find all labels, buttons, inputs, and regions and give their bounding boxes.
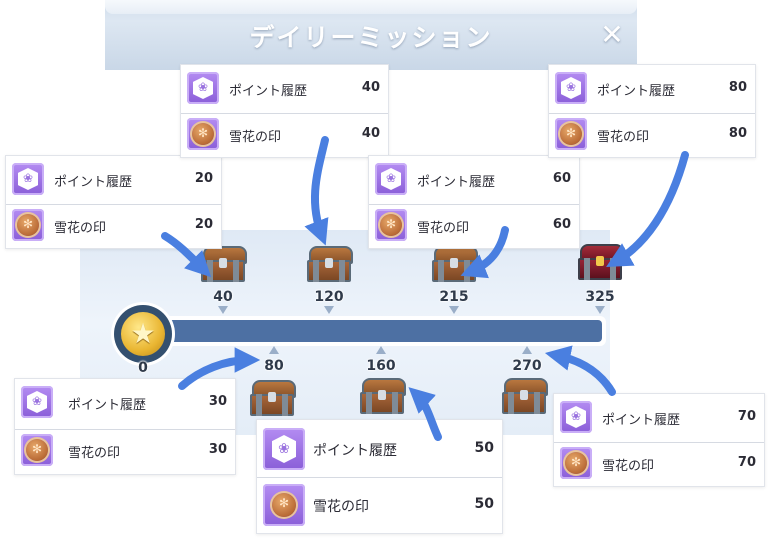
reward-qty: 80: [728, 126, 747, 141]
snowflake-seal-icon: [263, 484, 305, 526]
progress-start-value: 0: [138, 360, 148, 376]
reward-panel-80: ポイント履歴 80 雪花の印 80: [548, 64, 756, 158]
snow-cap-decoration: [105, 0, 637, 14]
reward-panel-50: ポイント履歴 50 雪花の印 50: [256, 419, 503, 534]
reward-label: ポイント履歴: [602, 413, 681, 428]
point-history-icon: [21, 386, 53, 418]
close-button[interactable]: ✕: [597, 20, 627, 50]
reward-row-points: ポイント履歴 40: [181, 68, 388, 108]
reward-qty: 40: [361, 126, 380, 141]
reward-label: 雪花の印: [68, 446, 121, 461]
reward-row-points: ポイント履歴 30: [15, 382, 235, 422]
reward-label: ポイント履歴: [68, 398, 147, 413]
reward-qty: 30: [208, 394, 227, 409]
snowflake-seal-icon: [375, 209, 407, 241]
page-title: デイリーミッション: [249, 23, 493, 52]
snowflake-seal-icon: [555, 118, 587, 150]
chest-icon[interactable]: [432, 246, 478, 284]
snowflake-seal-icon: [12, 209, 44, 241]
chest-icon[interactable]: [502, 378, 548, 416]
reward-qty: 30: [208, 442, 227, 457]
reward-row-points: ポイント履歴 20: [6, 159, 221, 199]
point-history-icon: [375, 163, 407, 195]
reward-row-seal: 雪花の印 50: [257, 477, 502, 534]
progress-bar: [168, 320, 602, 342]
reward-qty: 70: [737, 455, 756, 470]
arrow-to-chest-325: [606, 151, 689, 268]
snowflake-seal-icon: [21, 434, 53, 466]
reward-label: 雪花の印: [313, 499, 369, 515]
milestone-label: 325: [585, 289, 615, 305]
reward-qty: 50: [474, 496, 494, 512]
reward-panel-60: ポイント履歴 60 雪花の印 60: [368, 155, 580, 249]
point-history-icon: [560, 401, 592, 433]
star-icon: ★: [121, 312, 165, 356]
reward-qty: 80: [728, 80, 747, 95]
reward-label: 雪花の印: [597, 130, 650, 145]
reward-panel-20: ポイント履歴 20 雪花の印 20: [5, 155, 222, 249]
title-bar: デイリーミッション ✕: [105, 0, 637, 70]
reward-label: ポイント履歴: [54, 175, 133, 190]
milestone-label: 40: [213, 289, 233, 305]
reward-label: 雪花の印: [54, 221, 107, 236]
reward-panel-70: ポイント履歴 70 雪花の印 70: [553, 393, 765, 487]
milestone-label: 215: [439, 289, 469, 305]
reward-row-points: ポイント履歴 70: [554, 397, 764, 437]
reward-row-seal: 雪花の印 20: [6, 204, 221, 245]
reward-qty: 70: [737, 409, 756, 424]
milestone-label: 120: [314, 289, 344, 305]
milestone-label: 270: [512, 358, 542, 374]
reward-label: 雪花の印: [229, 130, 282, 145]
point-history-icon: [12, 163, 44, 195]
snowflake-seal-icon: [187, 118, 219, 150]
point-history-icon: [263, 428, 305, 470]
reward-qty: 50: [474, 440, 494, 456]
reward-row-seal: 雪花の印 80: [549, 113, 755, 154]
reward-qty: 60: [552, 217, 571, 232]
star-medal-icon: ★: [114, 305, 172, 363]
reward-panel-40: ポイント履歴 40 雪花の印 40: [180, 64, 389, 158]
reward-panel-30: ポイント履歴 30 雪花の印 30: [14, 378, 236, 475]
reward-label: 雪花の印: [602, 459, 655, 474]
red-chest-icon[interactable]: [578, 244, 624, 282]
milestone-label: 80: [264, 358, 284, 374]
reward-qty: 40: [361, 80, 380, 95]
point-history-icon: [187, 72, 219, 104]
reward-label: ポイント履歴: [229, 84, 308, 99]
point-history-icon: [555, 72, 587, 104]
reward-label: ポイント履歴: [417, 175, 496, 190]
chest-icon[interactable]: [250, 380, 296, 418]
chest-icon[interactable]: [360, 378, 406, 416]
milestone-label: 160: [366, 358, 396, 374]
reward-row-points: ポイント履歴 80: [549, 68, 755, 108]
snowflake-seal-icon: [560, 447, 592, 479]
reward-row-points: ポイント履歴 60: [369, 159, 579, 199]
reward-label: ポイント履歴: [597, 84, 676, 99]
reward-qty: 20: [194, 171, 213, 186]
reward-qty: 60: [552, 171, 571, 186]
reward-row-seal: 雪花の印 70: [554, 442, 764, 483]
chest-icon[interactable]: [307, 246, 353, 284]
reward-label: 雪花の印: [417, 221, 470, 236]
reward-row-points: ポイント履歴 50: [257, 422, 502, 478]
reward-row-seal: 雪花の印 40: [181, 113, 388, 154]
reward-qty: 20: [194, 217, 213, 232]
chest-icon[interactable]: [201, 246, 247, 284]
reward-row-seal: 雪花の印 30: [15, 429, 235, 470]
reward-row-seal: 雪花の印 60: [369, 204, 579, 245]
progress-track: [120, 316, 606, 346]
reward-label: ポイント履歴: [313, 443, 397, 459]
